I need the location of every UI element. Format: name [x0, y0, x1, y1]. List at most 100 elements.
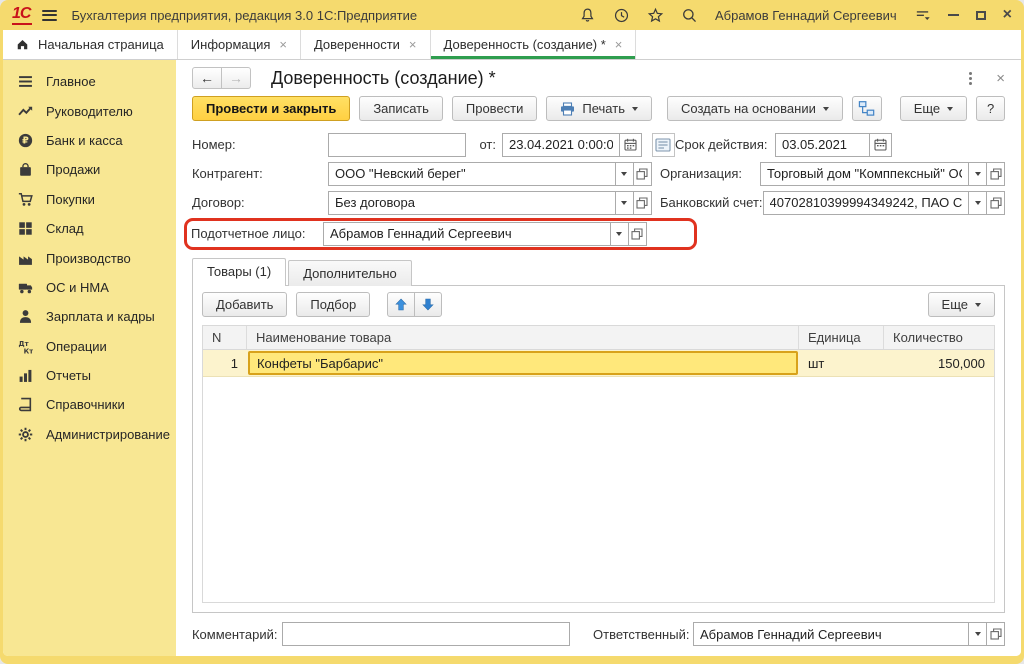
date-calendar-button[interactable] [619, 133, 642, 157]
dropdown-caret-icon [975, 303, 981, 307]
form-close-button[interactable]: × [996, 71, 1005, 86]
valid-until-input[interactable] [775, 133, 870, 157]
tab-close-icon[interactable]: × [409, 38, 417, 51]
sidebar-item-directories[interactable]: Справочники [3, 390, 176, 419]
person-icon [18, 309, 34, 324]
bar-chart-icon [18, 368, 34, 383]
trend-arrow-icon [18, 104, 34, 119]
tab-close-icon[interactable]: × [615, 38, 623, 51]
sidebar-item-sales[interactable]: Продажи [3, 155, 176, 184]
comment-input[interactable] [282, 622, 570, 646]
accountable-person-open-button[interactable] [628, 222, 647, 246]
maximize-button[interactable] [976, 11, 986, 20]
col-unit-header[interactable]: Единица [799, 326, 884, 349]
create-based-on-button[interactable]: Создать на основании [667, 96, 843, 121]
main-lines-icon [18, 74, 34, 89]
service-menu-icon[interactable] [914, 7, 931, 24]
move-row-down-button[interactable] [414, 292, 442, 317]
counterparty-dropdown-button[interactable] [615, 162, 634, 186]
history-icon[interactable] [613, 7, 630, 24]
table-row[interactable]: 1 Конфеты "Барбарис" шт 150,000 [203, 350, 994, 377]
save-button[interactable]: Записать [359, 96, 443, 121]
favorites-star-icon[interactable] [647, 7, 664, 24]
date-input[interactable] [502, 133, 620, 157]
bank-account-open-button[interactable] [986, 191, 1005, 215]
sidebar-item-fixed-assets[interactable]: ОС и НМА [3, 273, 176, 302]
tab-goods[interactable]: Товары (1) [192, 258, 286, 286]
search-icon[interactable] [681, 7, 698, 24]
col-num-header[interactable]: N [203, 326, 247, 349]
row-unit-cell[interactable]: шт [799, 350, 884, 376]
row-name-cell[interactable]: Конфеты "Барбарис" [247, 350, 799, 376]
dropdown-caret-icon [632, 107, 638, 111]
organization-input[interactable] [760, 162, 969, 186]
app-window: 1С Бухгалтерия предприятия, редакция 3.0… [0, 0, 1024, 664]
valid-until-calendar-button[interactable] [869, 133, 892, 157]
sidebar-item-reports[interactable]: Отчеты [3, 361, 176, 390]
counterparty-input[interactable] [328, 162, 616, 186]
counterparty-open-button[interactable] [633, 162, 652, 186]
minimize-button[interactable] [948, 14, 959, 16]
pick-button[interactable]: Подбор [296, 292, 370, 317]
sidebar-item-warehouse[interactable]: Склад [3, 214, 176, 243]
dropdown-caret-icon [823, 107, 829, 111]
tab-home[interactable]: Начальная страница [3, 30, 178, 59]
nav-back-button[interactable]: ← [192, 67, 222, 89]
contract-input[interactable] [328, 191, 616, 215]
organization-open-button[interactable] [986, 162, 1005, 186]
related-documents-button[interactable] [852, 96, 882, 121]
sidebar-item-purchases[interactable]: Покупки [3, 185, 176, 214]
selected-cell[interactable]: Конфеты "Барбарис" [248, 351, 798, 375]
document-tabs: Товары (1) Дополнительно [176, 253, 1021, 285]
sidebar-item-main[interactable]: Главное [3, 67, 176, 96]
bank-account-input[interactable] [763, 191, 969, 215]
row-qty-cell[interactable]: 150,000 [884, 350, 994, 376]
print-button[interactable]: Печать [546, 96, 652, 121]
move-row-up-button[interactable] [387, 292, 415, 317]
responsible-input[interactable] [693, 622, 969, 646]
organization-dropdown-button[interactable] [968, 162, 987, 186]
col-qty-header[interactable]: Количество [884, 326, 994, 349]
add-row-button[interactable]: Добавить [202, 292, 287, 317]
responsible-open-button[interactable] [986, 622, 1005, 646]
empty-table-area [203, 377, 994, 602]
goods-more-button[interactable]: Еще [928, 292, 995, 317]
tab-additional[interactable]: Дополнительно [288, 260, 412, 286]
tab-information[interactable]: Информация × [178, 30, 301, 59]
form-menu-dots-icon[interactable] [967, 70, 974, 87]
accountable-person-dropdown-button[interactable] [610, 222, 629, 246]
responsible-dropdown-button[interactable] [968, 622, 987, 646]
tab-powers-of-attorney[interactable]: Доверенности × [301, 30, 431, 59]
document-summary-button[interactable] [652, 133, 675, 157]
tab-power-of-attorney-new[interactable]: Доверенность (создание) * × [431, 30, 637, 59]
col-name-header[interactable]: Наименование товара [247, 326, 799, 349]
current-user[interactable]: Абрамов Геннадий Сергеевич [715, 8, 897, 23]
tab-close-icon[interactable]: × [279, 38, 287, 51]
number-label: Номер: [192, 137, 328, 152]
contract-open-button[interactable] [633, 191, 652, 215]
window-close-button[interactable]: × [1003, 7, 1012, 23]
sidebar-item-production[interactable]: Производство [3, 243, 176, 272]
valid-until-label: Срок действия: [675, 137, 775, 152]
sidebar-item-bank-cash[interactable]: ₽ Банк и касса [3, 126, 176, 155]
nav-forward-button[interactable]: → [221, 67, 251, 89]
post-button[interactable]: Провести [452, 96, 538, 121]
gear-icon [18, 427, 34, 442]
sidebar-item-administration[interactable]: Администрирование [3, 420, 176, 449]
open-icon [990, 628, 1002, 640]
sidebar-item-manager[interactable]: Руководителю [3, 96, 176, 125]
contract-dropdown-button[interactable] [615, 191, 634, 215]
open-icon [636, 168, 648, 180]
sidebar-item-salary-hr[interactable]: Зарплата и кадры [3, 302, 176, 331]
help-button[interactable]: ? [976, 96, 1005, 121]
notifications-bell-icon[interactable] [579, 7, 596, 24]
bank-account-dropdown-button[interactable] [968, 191, 987, 215]
accountable-person-input[interactable] [323, 222, 611, 246]
number-input[interactable] [328, 133, 466, 157]
contract-label: Договор: [192, 195, 328, 210]
post-and-close-button[interactable]: Провести и закрыть [192, 96, 350, 121]
more-button[interactable]: Еще [900, 96, 967, 121]
main-menu-icon[interactable] [42, 10, 57, 21]
sections-sidebar: Главное Руководителю ₽ Банк и касса Прод… [3, 60, 176, 656]
sidebar-item-operations[interactable]: ДтКт Операции [3, 332, 176, 361]
